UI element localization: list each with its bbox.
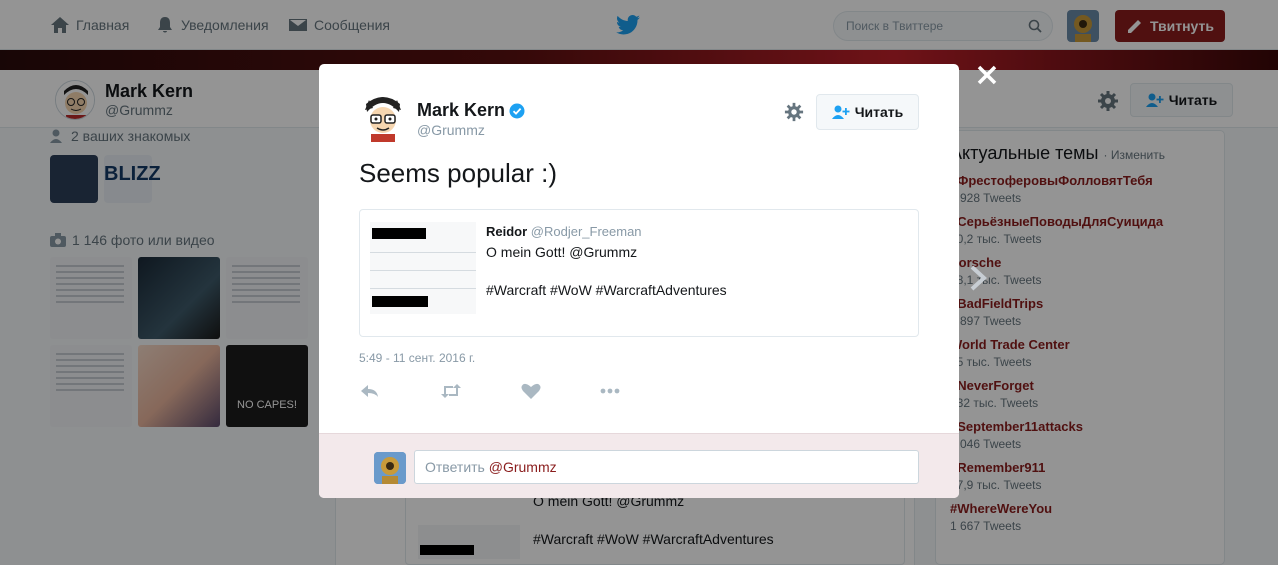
robot-avatar-icon — [374, 452, 406, 484]
reply-box: Ответить @Grummz — [319, 433, 959, 498]
quoted-tweet-line1: O mein Gott! @Grummz — [486, 244, 638, 260]
cartoon-face-icon — [359, 94, 407, 142]
tweet-text: Seems popular :) — [359, 158, 557, 188]
chevron-right-icon[interactable] — [968, 264, 988, 292]
heart-icon[interactable] — [520, 382, 542, 400]
follow-button-label: Читать — [854, 104, 904, 120]
quoted-tweet[interactable]: Reidor @Rodjer_Freeman O mein Gott! @Gru… — [359, 209, 919, 337]
tweet-author-handle[interactable]: @Grummz — [417, 122, 485, 138]
tweet-author-avatar[interactable] — [359, 94, 407, 142]
close-icon[interactable] — [975, 63, 999, 87]
quoted-tweet-line2: #Warcraft #WoW #WarcraftAdventures — [486, 282, 727, 298]
tweet-timestamp[interactable]: 5:49 - 11 сент. 2016 г. — [359, 351, 475, 365]
retweet-icon[interactable] — [440, 382, 462, 400]
follow-person-icon — [831, 105, 850, 119]
quoted-tweet-thumbnail[interactable] — [370, 222, 476, 314]
reply-user-avatar[interactable] — [374, 452, 406, 484]
gear-icon[interactable] — [784, 102, 804, 122]
tweet-author-name[interactable]: Mark Kern — [417, 100, 525, 121]
more-icon[interactable] — [599, 382, 621, 400]
reply-icon[interactable] — [359, 382, 381, 400]
follow-button[interactable]: Читать — [816, 94, 919, 130]
tweet-modal: Mark Kern @Grummz Читать Seems popular :… — [319, 64, 959, 498]
quoted-author-handle: @Rodjer_Freeman — [530, 224, 642, 239]
tweet-author-name-text: Mark Kern — [417, 100, 506, 120]
reply-placeholder-mention: @Grummz — [488, 459, 557, 475]
reply-placeholder-prefix: Ответить — [425, 459, 485, 475]
reply-input[interactable]: Ответить @Grummz — [414, 450, 919, 484]
quoted-author-name: Reidor — [486, 224, 528, 239]
quoted-tweet-author[interactable]: Reidor @Rodjer_Freeman — [486, 224, 642, 239]
verified-badge-icon — [509, 103, 525, 118]
